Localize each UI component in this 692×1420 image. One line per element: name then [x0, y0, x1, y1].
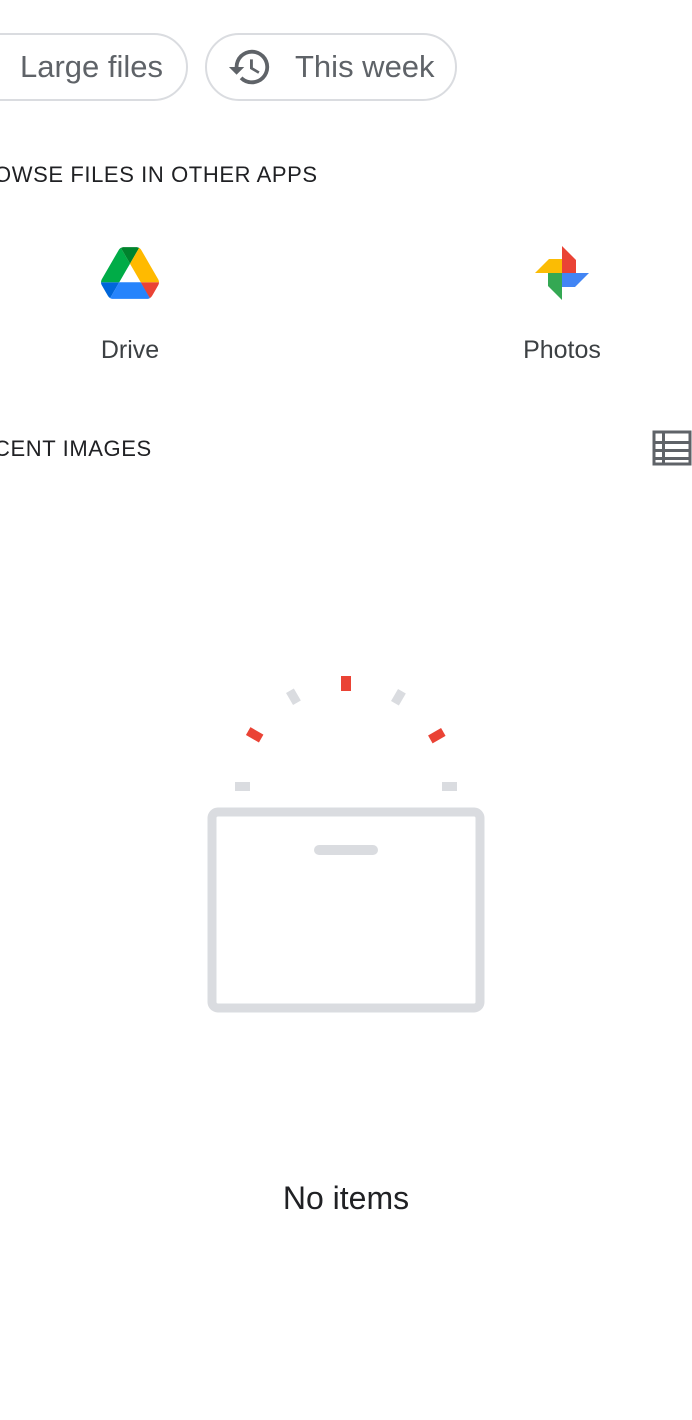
- app-label-drive: Drive: [100, 336, 160, 364]
- this-week-chip[interactable]: This week: [205, 33, 457, 101]
- app-tile-photos[interactable]: Photos: [472, 238, 652, 378]
- this-week-label: This week: [295, 49, 435, 84]
- browse-other-apps-header: OWSE FILES IN OTHER APPS: [0, 162, 318, 187]
- google-photos-icon: [530, 238, 594, 308]
- recent-images-header: CENT IMAGES: [0, 436, 152, 461]
- app-tile-drive[interactable]: Drive: [40, 238, 220, 378]
- empty-folder-illustration: [200, 668, 492, 1020]
- empty-state-message: No items: [282, 1180, 410, 1216]
- history-icon: [227, 44, 273, 90]
- list-view-icon[interactable]: [652, 430, 692, 466]
- google-drive-icon: [98, 238, 162, 308]
- app-label-photos: Photos: [523, 336, 601, 364]
- large-files-label: Large files: [20, 49, 164, 84]
- large-files-chip[interactable]: Large files: [0, 33, 188, 101]
- files-browse-screen: Large files This week OWSE FILES IN OTHE…: [0, 0, 692, 1420]
